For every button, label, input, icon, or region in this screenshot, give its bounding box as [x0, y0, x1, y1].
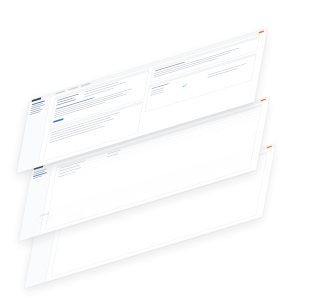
screenshot-stack: ✓	[0, 0, 300, 300]
check-icon: ✓	[181, 82, 189, 90]
primary-button[interactable]	[53, 118, 64, 123]
brand-badge	[260, 98, 266, 102]
sidebar	[16, 96, 51, 174]
panel-header	[54, 69, 149, 100]
sidebar	[18, 164, 53, 242]
brand-badge	[258, 30, 264, 34]
brand-badge	[266, 145, 272, 149]
